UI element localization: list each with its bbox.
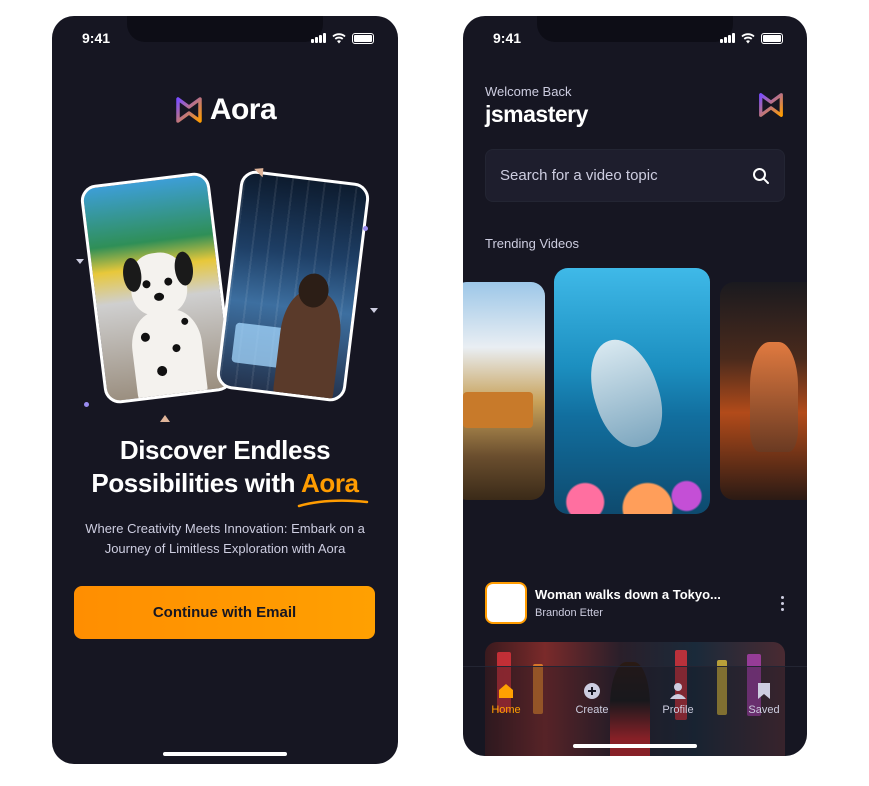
tab-home[interactable]: Home: [476, 681, 536, 756]
status-time: 9:41: [82, 30, 111, 46]
aora-logo-icon: [759, 93, 783, 117]
more-options-icon[interactable]: [779, 595, 785, 611]
username: jsmastery: [485, 101, 588, 127]
headline-brand-text: Aora: [300, 468, 359, 498]
battery-icon: [352, 32, 374, 44]
profile-icon: [670, 683, 686, 699]
wifi-icon: [332, 33, 346, 44]
brand-underline: [297, 499, 369, 508]
signal-icon: [720, 33, 735, 43]
tab-label: Home: [491, 704, 521, 716]
status-icons: [311, 32, 374, 44]
status-icons: [720, 32, 783, 44]
decor-dot: [84, 402, 89, 407]
home-indicator: [573, 744, 697, 748]
tab-label: Create: [575, 704, 609, 716]
tab-label: Profile: [662, 704, 694, 716]
onboarding-screen: 9:41 Aora Discover Endless Possibilities…: [52, 16, 398, 764]
wifi-icon: [741, 33, 755, 44]
video-title: Woman walks down a Tokyo...: [535, 587, 721, 602]
video-author: Brandon Etter: [535, 607, 603, 619]
aora-logo-icon: [176, 97, 202, 123]
video-item[interactable]: Woman walks down a Tokyo... Brandon Ette…: [485, 582, 785, 624]
home-icon: [499, 684, 513, 698]
bookmark-icon: [758, 683, 770, 699]
tab-label: Saved: [748, 704, 780, 716]
headline-brand: Aora: [297, 468, 369, 508]
signal-icon: [311, 33, 326, 43]
trending-video-card[interactable]: [463, 282, 545, 500]
home-screen: 9:41 Welcome Back jsmastery Search for a…: [463, 16, 807, 756]
city-hacker-image: [215, 168, 371, 404]
plus-icon: [584, 683, 600, 699]
avatar[interactable]: [485, 582, 527, 624]
search-placeholder: Search for a video topic: [500, 167, 658, 184]
bottom-tab-bar: Home Create Profile Saved: [463, 666, 807, 756]
status-time: 9:41: [493, 30, 522, 46]
headline-line2: Possibilities with Aora: [52, 467, 398, 508]
search-icon[interactable]: [752, 167, 770, 185]
trending-video-card[interactable]: [720, 282, 807, 500]
home-indicator: [163, 752, 287, 756]
brand-name: Aora: [209, 93, 277, 126]
headline: Discover Endless Possibilities with Aora: [52, 434, 398, 508]
trending-title: Trending Videos: [485, 236, 579, 251]
continue-with-email-button[interactable]: Continue with Email: [74, 586, 375, 639]
headline-line1: Discover Endless: [119, 435, 331, 465]
search-input[interactable]: Search for a video topic: [485, 149, 785, 202]
battery-icon: [761, 32, 783, 44]
welcome-text: Welcome Back: [485, 84, 572, 99]
notch: [127, 16, 323, 42]
headline-line2-text: Possibilities with: [91, 468, 301, 498]
tab-saved[interactable]: Saved: [734, 681, 794, 756]
notch: [537, 16, 733, 42]
sparkle-icon: [160, 410, 170, 422]
decor-dot: [363, 226, 368, 231]
hero-collage: [78, 156, 378, 426]
sparkle-icon: [370, 308, 378, 317]
subtitle: Where Creativity Meets Innovation: Embar…: [85, 521, 365, 556]
video-meta: Woman walks down a Tokyo... Brandon Ette…: [535, 587, 779, 619]
dalmatian-image: [79, 170, 235, 406]
trending-video-card[interactable]: [554, 268, 710, 514]
sparkle-icon: [76, 259, 84, 268]
app-logo: Aora: [52, 93, 398, 127]
